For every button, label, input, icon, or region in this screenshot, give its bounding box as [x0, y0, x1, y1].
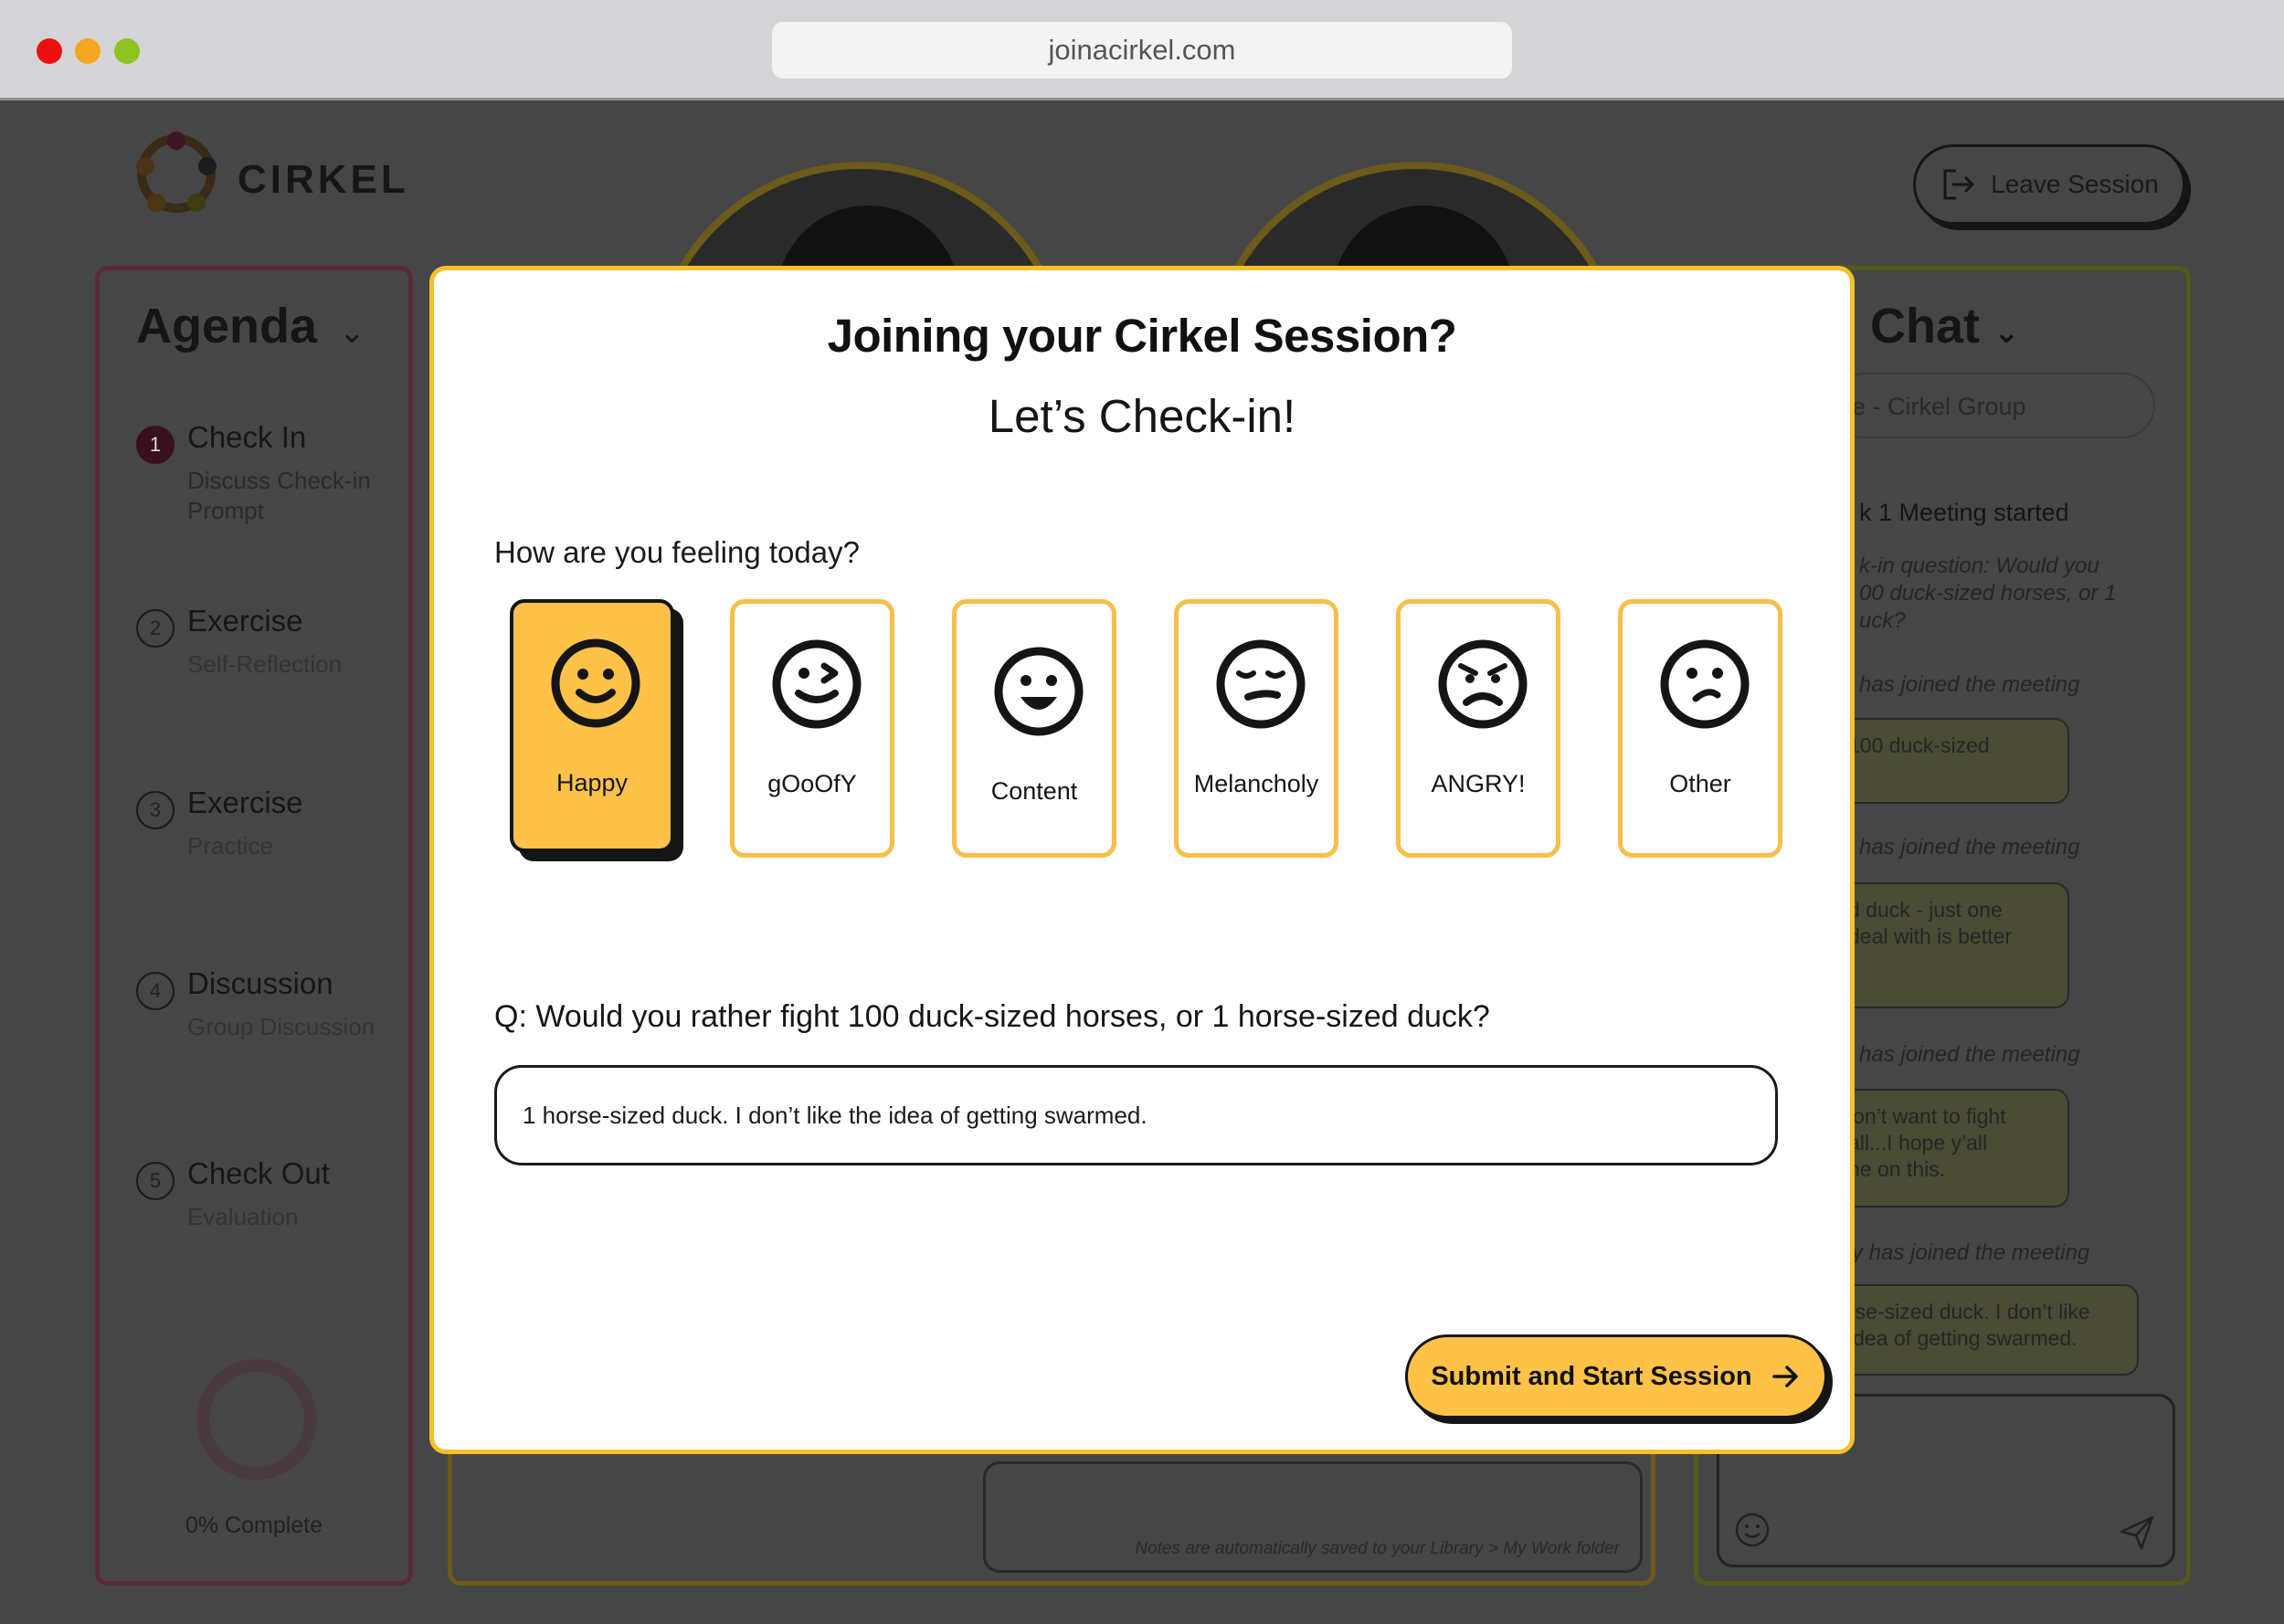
agenda-title: Agenda [136, 299, 318, 353]
leave-session-button[interactable]: Leave Session [1913, 144, 2185, 225]
mood-card-melancholy[interactable]: Melancholy [1174, 599, 1338, 858]
agenda-item-label: Exercise [187, 786, 303, 819]
chat-system-message: has joined the meeting [1859, 672, 2080, 697]
send-icon[interactable] [2118, 1513, 2156, 1552]
step-number: 2 [136, 609, 174, 648]
exit-icon [1943, 169, 1975, 200]
checkin-modal: Joining your Cirkel Session? Let’s Check… [429, 266, 1855, 1454]
mood-label: Melancholy [1193, 770, 1319, 797]
agenda-item-sub: Evaluation [187, 1203, 299, 1230]
mood-label: Happy [555, 769, 629, 796]
melancholy-face-icon [1216, 639, 1306, 729]
mood-card-angry[interactable]: ANGRY! [1396, 599, 1560, 858]
arrow-right-icon [1771, 1366, 1798, 1387]
agenda-item-label: Check In [187, 420, 307, 454]
step-number: 3 [136, 791, 174, 829]
chat-system-message: has joined the meeting [1859, 1042, 2080, 1067]
minimize-window-button[interactable] [75, 38, 100, 64]
modal-title: Joining your Cirkel Session? [827, 310, 1457, 362]
close-window-button[interactable] [37, 38, 62, 64]
agenda-item-label: Check Out [187, 1156, 330, 1190]
notes-field[interactable]: Notes are automatically saved to your Li… [983, 1461, 1643, 1573]
browser-chrome: joinacirkel.com [0, 0, 2284, 100]
mood-label: ANGRY! [1431, 770, 1526, 797]
maximize-window-button[interactable] [114, 38, 140, 64]
feeling-question: How are you feeling today? [494, 535, 860, 569]
mood-card-goofy[interactable]: gOoOfY [730, 599, 894, 858]
logo-text: CIRKEL [238, 157, 409, 202]
agenda-item-sub: Self-Reflection [187, 650, 343, 678]
chevron-down-icon[interactable]: ⌄ [1993, 315, 2020, 350]
other-face-icon [1660, 639, 1750, 729]
notes-hint: Notes are automatically saved to your Li… [1135, 1539, 1620, 1558]
agenda-item-sub: Discuss Check-in Prompt [187, 467, 371, 524]
chat-system-message: k 1 Meeting started [1859, 499, 2069, 526]
chat-message: rse-sized duck. I don’t like idea of gett… [1835, 1284, 2139, 1376]
address-bar[interactable]: joinacirkel.com [772, 22, 1512, 79]
mood-card-other[interactable]: Other [1618, 599, 1782, 858]
step-number: 5 [136, 1162, 174, 1200]
mood-label: Content [990, 777, 1078, 805]
mood-card-happy[interactable]: Happy [510, 599, 674, 852]
step-number: 1 [136, 426, 174, 464]
mood-label: Other [1669, 770, 1731, 797]
modal-subtitle: Let’s Check-in! [988, 390, 1296, 442]
cirkel-logo-icon [132, 130, 220, 222]
submit-and-start-button[interactable]: Submit and Start Session [1405, 1334, 1827, 1418]
step-number: 4 [136, 972, 174, 1010]
chat-system-message: uck? [1859, 608, 1906, 633]
agenda-panel: Agenda ⌄ 1 Check In Discuss Check-in Pro… [95, 266, 413, 1586]
content-face-icon [994, 647, 1084, 736]
agenda-item-sub: Practice [187, 832, 273, 859]
mood-options: Happy gOoOfY Content Melancholy ANGRY! O… [434, 599, 1850, 873]
checkin-answer-input[interactable] [494, 1065, 1778, 1165]
submit-label: Submit and Start Session [1431, 1361, 1752, 1391]
chat-message: 100 duck-sized [1835, 718, 2069, 804]
happy-face-icon [551, 638, 640, 728]
chevron-down-icon[interactable]: ⌄ [339, 314, 365, 351]
chat-system-message: k-in question: Would you [1859, 554, 2099, 578]
emoji-icon[interactable] [1734, 1512, 1771, 1548]
mood-card-content[interactable]: Content [952, 599, 1116, 858]
agenda-item-label: Discussion [187, 966, 333, 1000]
checkin-question: Q: Would you rather fight 100 duck-sized… [494, 999, 1490, 1034]
angry-face-icon [1438, 639, 1528, 729]
progress-ring [196, 1359, 317, 1480]
goofy-face-icon [772, 639, 862, 729]
progress-label: 0% Complete [185, 1513, 323, 1538]
chat-system-message: 00 duck-sized horses, or 1 [1859, 581, 2117, 606]
chat-system-message: y has joined the meeting [1852, 1240, 2090, 1265]
mood-label: gOoOfY [767, 770, 857, 797]
agenda-item-label: Exercise [187, 604, 303, 638]
chat-system-message: has joined the meeting [1859, 835, 2080, 859]
agenda-item-sub: Group Discussion [187, 1013, 375, 1040]
chat-message: d duck - just one deal with is better [1835, 882, 2069, 1008]
leave-session-label: Leave Session [1991, 170, 2159, 198]
chat-title: o Chat ⌄ [1826, 299, 2020, 353]
chat-group-select[interactable]: e - Cirkel Group [1832, 373, 2155, 438]
chat-message: lon’t want to fight all...I hope y’all ne … [1835, 1089, 2069, 1207]
